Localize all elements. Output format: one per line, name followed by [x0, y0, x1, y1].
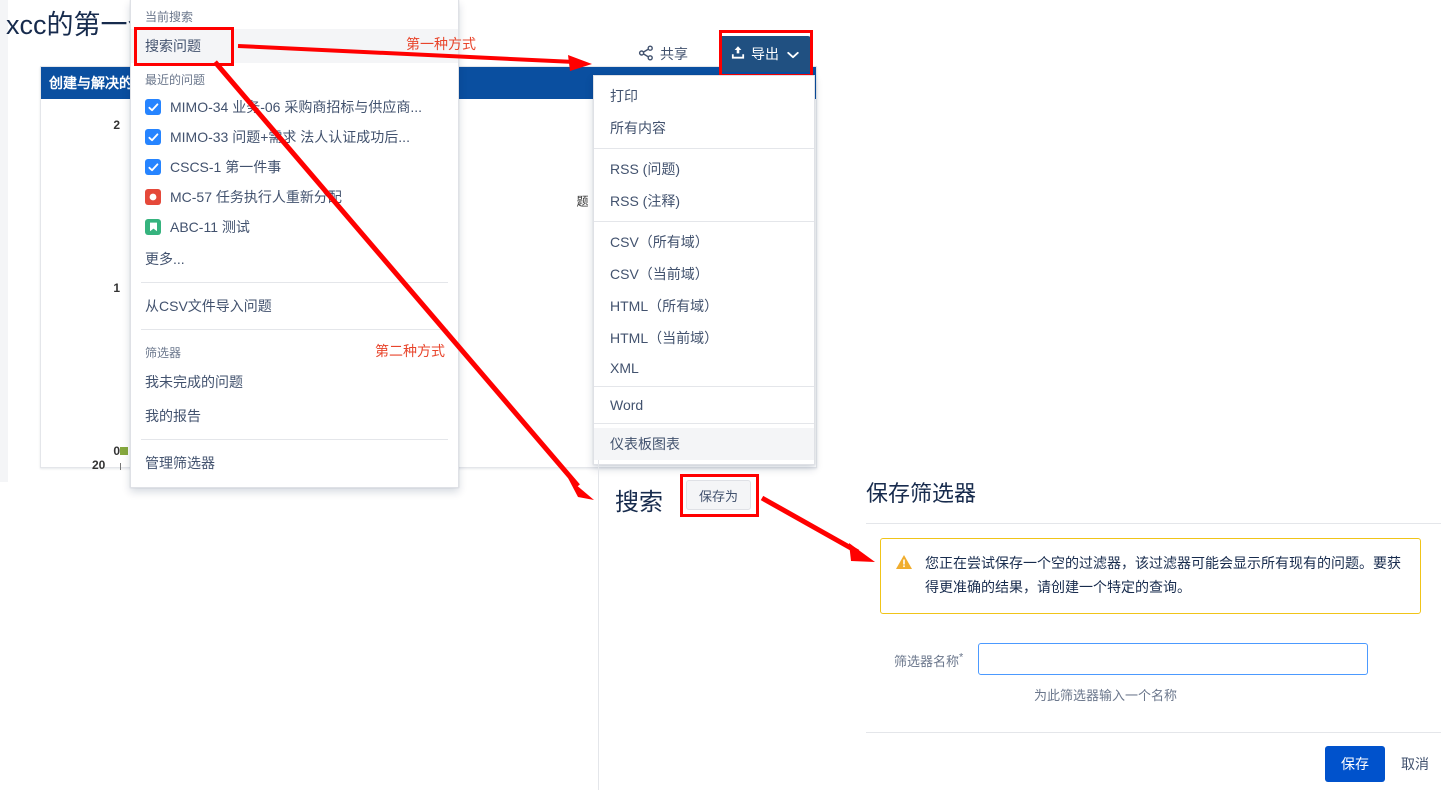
task-done-icon — [145, 99, 161, 115]
filter-name-input[interactable] — [978, 643, 1368, 675]
list-item-label: CSCS-1 第一件事 — [170, 159, 282, 175]
task-done-icon — [145, 159, 161, 175]
menu-divider — [594, 148, 814, 149]
warning-icon — [895, 551, 913, 599]
menu-section-recent-issues: 最近的问题 — [145, 73, 206, 87]
export-menu-item-csv-all-fields[interactable]: CSV（所有域） — [594, 226, 814, 258]
chart-y-axis-title: 题 — [575, 195, 589, 208]
list-item[interactable]: MIMO-33 问题+需求 法人认证成功后... — [131, 122, 458, 152]
list-item[interactable]: MIMO-34 业务-06 采购商招标与供应商... — [131, 92, 458, 122]
menu-item-more[interactable]: 更多... — [131, 242, 458, 276]
share-button-label: 共享 — [660, 46, 688, 62]
share-icon — [638, 45, 654, 64]
list-item[interactable]: ABC-11 测试 — [131, 212, 458, 242]
dialog-title: 保存筛选器 — [866, 481, 977, 506]
save-button[interactable]: 保存 — [1325, 746, 1385, 782]
required-marker: * — [959, 651, 964, 664]
cancel-button[interactable]: 取消 — [1399, 746, 1431, 782]
chart-y-tick-1: 1 — [113, 281, 120, 295]
menu-item-import-csv[interactable]: 从CSV文件导入问题 — [131, 289, 458, 323]
list-item-label: ABC-11 测试 — [170, 219, 250, 235]
menu-section-current-search: 当前搜索 — [145, 10, 194, 24]
export-menu-item-all-content[interactable]: 所有内容 — [594, 112, 814, 144]
list-item[interactable]: MC-57 任务执行人重新分配 — [131, 182, 458, 212]
highlight-box-save-as — [680, 474, 759, 517]
annotation-label-first-method: 第一种方式 — [406, 36, 476, 52]
list-item-label: MIMO-34 业务-06 采购商招标与供应商... — [170, 99, 423, 115]
highlight-box-search-issues — [134, 27, 234, 66]
warning-banner: 您正在尝试保存一个空的过滤器，该过滤器可能会显示所有现有的问题。要获得更准确的结… — [880, 538, 1421, 614]
chart-y-tick-0: 0 — [113, 444, 120, 458]
menu-divider — [594, 221, 814, 222]
warning-text: 您正在尝试保存一个空的过滤器，该过滤器可能会显示所有现有的问题。要获得更准确的结… — [925, 555, 1401, 595]
list-item[interactable]: CSCS-1 第一件事 — [131, 152, 458, 182]
story-icon — [145, 219, 161, 235]
export-menu-item-rss-issues[interactable]: RSS (问题) — [594, 153, 814, 185]
export-menu-item-word[interactable]: Word — [594, 391, 814, 419]
annotation-label-second-method: 第二种方式 — [375, 343, 445, 359]
search-dropdown-menu[interactable]: 当前搜索 搜索问题 最近的问题 MIMO-34 业务-06 采购商招标与供应商.… — [130, 0, 459, 488]
dialog-divider-bottom — [866, 732, 1441, 733]
filter-name-label-text: 筛选器名称 — [894, 654, 960, 669]
menu-divider — [141, 329, 448, 330]
filter-name-field-row: 筛选器名称* — [880, 643, 1435, 675]
chart-x-tick-20: 20 — [92, 458, 106, 472]
menu-divider — [141, 282, 448, 283]
save-filter-dialog: 保存筛选器 您正在尝试保存一个空的过滤器，该过滤器可能会显示所有现有的问题。要获… — [866, 460, 1441, 790]
menu-divider — [141, 439, 448, 440]
filter-name-label: 筛选器名称* — [894, 643, 963, 670]
dialog-actions: 保存 取消 — [866, 746, 1441, 782]
menu-item-my-open-issues[interactable]: 我未完成的问题 — [131, 365, 458, 399]
export-dropdown-menu[interactable]: 打印 所有内容 RSS (问题) RSS (注释) CSV（所有域） CSV（当… — [593, 75, 815, 465]
export-menu-item-csv-current-fields[interactable]: CSV（当前域） — [594, 258, 814, 290]
export-menu-item-dashboard-chart[interactable]: 仪表板图表 — [594, 428, 814, 460]
filter-name-hint: 为此筛选器输入一个名称 — [1034, 688, 1178, 703]
highlight-box-export-button — [719, 30, 813, 77]
export-menu-item-xml[interactable]: XML — [594, 354, 814, 382]
menu-item-manage-filters[interactable]: 管理筛选器 — [131, 446, 458, 487]
export-menu-item-print[interactable]: 打印 — [594, 80, 814, 112]
menu-item-my-reports[interactable]: 我的报告 — [131, 399, 458, 433]
list-item-label: MIMO-33 问题+需求 法人认证成功后... — [170, 129, 410, 145]
dialog-divider-top — [866, 523, 1441, 524]
chart-y-tick-2: 2 — [113, 118, 120, 132]
chart-x-tickmark — [120, 463, 121, 470]
search-label: 搜索 — [615, 489, 663, 516]
menu-divider — [594, 423, 814, 424]
chart-legend-swatch — [120, 447, 128, 455]
task-done-icon — [145, 129, 161, 145]
export-menu-item-html-all-fields[interactable]: HTML（所有域） — [594, 290, 814, 322]
bug-icon — [145, 189, 161, 205]
share-button[interactable]: 共享 — [634, 40, 692, 68]
export-menu-item-html-current-fields[interactable]: HTML（当前域） — [594, 322, 814, 354]
menu-divider — [594, 386, 814, 387]
export-menu-item-rss-comments[interactable]: RSS (注释) — [594, 185, 814, 217]
vertical-divider — [598, 460, 599, 790]
list-item-label: MC-57 任务执行人重新分配 — [170, 189, 342, 205]
